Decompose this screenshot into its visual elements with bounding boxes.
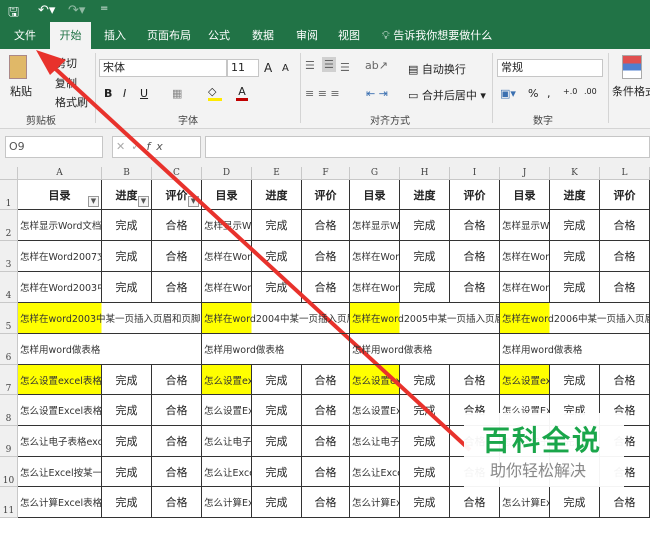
cell[interactable]: 怎样用word做表格 (350, 334, 500, 365)
arrow-head (36, 50, 66, 75)
watermark: 百科全说 助你轻松解决 (464, 413, 624, 487)
cell[interactable]: 怎样在word2006中某一页插入页眉和页脚 (500, 303, 650, 334)
watermark-title: 百科全说 (482, 424, 603, 457)
cell[interactable]: 怎样用word做表格 (500, 334, 650, 365)
watermark-subtitle: 助你轻松解决 (490, 461, 587, 480)
cell[interactable]: 怎样在word2005中某一页插入页眉和页脚 (350, 303, 500, 334)
cell[interactable]: 怎样在word2003中某一页插入页眉和页脚 (18, 303, 202, 334)
cell[interactable]: 怎样用word做表格 (18, 334, 202, 365)
cell[interactable]: 怎样在word2004中某一页插入页眉和页脚 (202, 303, 350, 334)
arrow-shaft (46, 60, 472, 452)
cell[interactable]: 怎样用word做表格 (202, 334, 350, 365)
